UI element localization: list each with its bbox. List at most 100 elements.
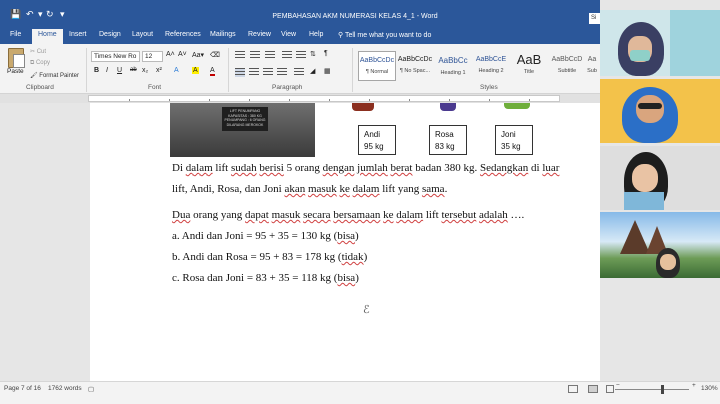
- undo-dropdown-icon[interactable]: ▾: [38, 9, 43, 20]
- save-icon[interactable]: 💾: [10, 9, 21, 20]
- paste-icon[interactable]: [8, 48, 25, 68]
- underline-button[interactable]: U: [117, 67, 122, 74]
- styles-gallery: AaBbCcDc ¶ Normal AaBbCcDc ¶ No Spac... …: [356, 47, 600, 83]
- superscript-button[interactable]: x²: [156, 67, 162, 74]
- tell-me-text: Tell me what you want to do: [344, 32, 432, 39]
- format-painter-button[interactable]: 🖌 Format Painter: [30, 72, 79, 79]
- bold-button[interactable]: B: [94, 67, 99, 74]
- line-spacing-icon[interactable]: [294, 68, 304, 77]
- justify-icon[interactable]: [277, 68, 287, 77]
- paintbrush-icon: 🖌: [30, 73, 38, 79]
- proofing-icon[interactable]: ▢: [88, 385, 94, 393]
- tab-design[interactable]: Design: [99, 31, 121, 38]
- style-heading-1[interactable]: AaBbCc Heading 1: [434, 51, 472, 81]
- zoom-slider-thumb[interactable]: [661, 385, 664, 394]
- decrease-indent-icon[interactable]: [282, 51, 292, 60]
- ruler-track: [88, 95, 560, 102]
- lift-sign: LIFT PENUMPANG KAPASITAS : 380 KG PENUMP…: [222, 107, 268, 131]
- zoom-level[interactable]: 130%: [701, 385, 718, 392]
- style-no-spacing[interactable]: AaBbCcDc ¶ No Spac...: [396, 51, 434, 81]
- strikethrough-button[interactable]: ab: [130, 67, 137, 73]
- word-count[interactable]: 1762 words: [48, 385, 82, 392]
- borders-icon[interactable]: ▦: [324, 67, 331, 75]
- style-subtitle[interactable]: AaBbCcD Subtitle: [548, 51, 586, 81]
- subscript-button[interactable]: x₂: [142, 67, 148, 74]
- clear-formatting-icon[interactable]: ⌫: [210, 51, 220, 59]
- style-normal[interactable]: AaBbCcDc ¶ Normal: [358, 51, 396, 81]
- print-layout-icon[interactable]: [588, 385, 598, 393]
- web-layout-icon[interactable]: [606, 385, 614, 393]
- align-right-icon[interactable]: [263, 68, 273, 77]
- divider: [352, 48, 353, 92]
- option-c: c. Rosa dan Joni = 83 + 35 = 118 kg (bis…: [172, 272, 359, 284]
- text-cursor-icon: ℰ: [363, 304, 370, 316]
- andi-figure: [352, 103, 374, 111]
- tab-review[interactable]: Review: [248, 31, 271, 38]
- text-effects-button[interactable]: A: [174, 67, 179, 74]
- redo-icon[interactable]: ↻: [46, 9, 54, 20]
- font-name-select[interactable]: Times New Ro: [91, 51, 140, 62]
- align-center-icon[interactable]: [249, 68, 259, 77]
- participant-video-2[interactable]: [600, 79, 720, 143]
- tab-references[interactable]: References: [165, 31, 201, 38]
- italic-button[interactable]: I: [106, 67, 108, 74]
- styles-group-label: Styles: [480, 84, 498, 91]
- participant-video-3[interactable]: [600, 146, 720, 210]
- divider: [86, 48, 87, 92]
- tab-file[interactable]: File: [10, 31, 21, 38]
- grow-font-icon[interactable]: A˄: [166, 51, 175, 58]
- zoom-in-icon[interactable]: +: [692, 382, 696, 389]
- highlight-button[interactable]: A: [192, 67, 199, 74]
- font-group-label: Font: [148, 84, 162, 91]
- tab-mailings[interactable]: Mailings: [210, 31, 236, 38]
- zoom-slider[interactable]: [615, 389, 689, 390]
- multilevel-list-icon[interactable]: [265, 51, 275, 60]
- bullets-icon[interactable]: [235, 51, 245, 60]
- video-participants-panel: [600, 0, 720, 381]
- undo-icon[interactable]: ↶: [26, 9, 34, 20]
- style-subtle[interactable]: Aa Sub: [584, 51, 600, 81]
- shading-icon[interactable]: ◢: [310, 67, 315, 75]
- shrink-font-icon[interactable]: A˅: [178, 51, 187, 58]
- cut-button[interactable]: ✂ Cut: [30, 48, 46, 55]
- zoom-out-icon[interactable]: −: [616, 382, 620, 389]
- participant-video-4[interactable]: [600, 212, 720, 278]
- question-line: Dua orang yang dapat masuk secara bersam…: [172, 209, 525, 221]
- tab-help[interactable]: Help: [309, 31, 323, 38]
- style-heading-2[interactable]: AaBbCcE Heading 2: [472, 51, 510, 81]
- horizontal-ruler[interactable]: [0, 94, 600, 103]
- paste-button[interactable]: Paste: [7, 68, 24, 75]
- clipboard-group-label: Clipboard: [26, 84, 54, 91]
- customize-dropdown-icon[interactable]: ▾: [60, 9, 65, 20]
- style-title[interactable]: AaB Title: [510, 51, 548, 81]
- copy-button[interactable]: ⧉ Copy: [30, 60, 50, 67]
- show-marks-icon[interactable]: ¶: [324, 50, 328, 57]
- tab-home[interactable]: Home: [32, 29, 63, 44]
- joni-figure: [504, 103, 530, 109]
- document-area[interactable]: LIFT PENUMPANG KAPASITAS : 380 KG PENUMP…: [0, 103, 600, 381]
- increase-indent-icon[interactable]: [296, 51, 306, 60]
- scissors-icon: ✂: [30, 49, 36, 55]
- title-bar: 💾 ↶ ▾ ↻ ▾ PEMBAHASAN AKM NUMERASI KELAS …: [0, 0, 603, 28]
- read-mode-icon[interactable]: [568, 385, 578, 393]
- copy-icon: ⧉: [30, 60, 35, 66]
- participant-video-1[interactable]: [600, 10, 720, 76]
- rosa-figure: [440, 103, 456, 111]
- tab-insert[interactable]: Insert: [69, 31, 87, 38]
- tell-me-box[interactable]: ⚲ Tell me what you want to do: [338, 31, 431, 39]
- andi-label-box: Andi 95 kg: [358, 125, 396, 155]
- font-color-button[interactable]: A: [210, 67, 215, 76]
- paragraph-group-label: Paragraph: [272, 84, 303, 91]
- divider: [228, 48, 229, 92]
- document-page[interactable]: LIFT PENUMPANG KAPASITAS : 380 KG PENUMP…: [90, 103, 600, 381]
- sort-icon[interactable]: ⇅: [310, 50, 316, 58]
- font-size-select[interactable]: 12: [142, 51, 163, 62]
- change-case-icon[interactable]: Aa▾: [192, 51, 204, 59]
- align-left-icon[interactable]: [235, 68, 245, 77]
- ribbon-tabs: File Home Insert Design Layout Reference…: [0, 28, 600, 44]
- numbering-icon[interactable]: [250, 51, 260, 60]
- page-count[interactable]: Page 7 of 16: [4, 385, 41, 392]
- tab-layout[interactable]: Layout: [132, 31, 153, 38]
- tab-view[interactable]: View: [281, 31, 296, 38]
- lightbulb-icon: ⚲: [338, 32, 344, 39]
